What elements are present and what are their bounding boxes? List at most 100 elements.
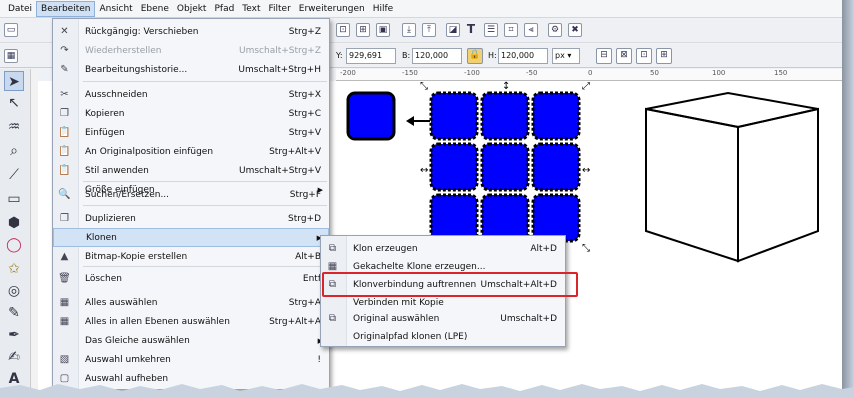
menu-ansicht[interactable]: Ansicht [95, 1, 136, 17]
menu-hilfe[interactable]: Hilfe [369, 1, 397, 17]
menu-separator [83, 266, 327, 267]
menu-item-auswahl-umkehren[interactable]: ▧ Auswahl umkehren! [53, 350, 329, 369]
move-gradients-icon[interactable]: ⊡ [636, 48, 652, 64]
menu-item-einfügen[interactable]: 📋 Einfügen Strg+V [53, 123, 329, 142]
menu-item-label: Stil anwenden [85, 165, 149, 176]
selector-tool-icon[interactable]: ➤ [4, 71, 24, 91]
menu-filter[interactable]: Filter [265, 1, 295, 17]
calligraphy-tool-icon[interactable]: ✍ [4, 347, 24, 367]
measure-tool-icon[interactable]: ⟋ [4, 165, 24, 185]
clone-grid[interactable] [429, 91, 581, 243]
history-icon: ✎ [60, 64, 69, 75]
tweak-tool-icon[interactable]: ♒ [4, 117, 24, 137]
zoom-drawing-icon[interactable]: ⊞ [356, 23, 370, 37]
handle-ne[interactable]: ⤢ [582, 81, 590, 92]
copy-icon: ❐ [60, 108, 69, 119]
pencil-tool-icon[interactable]: ✎ [4, 303, 24, 323]
menu-datei[interactable]: Datei [4, 1, 36, 17]
menu-item-originalpfad-klonen-lpe[interactable]: Originalpfad klonen (LPE) [321, 327, 565, 346]
menu-item-an-originalposition-einfügen[interactable]: 📋 An Originalposition einfügen Strg+Alt+V [53, 142, 329, 161]
menu-item-label: Suchen/Ersetzen... [85, 189, 170, 200]
menu-item-ausschneiden[interactable]: ✂ Ausschneiden Strg+X [53, 85, 329, 104]
lock-icon[interactable]: 🔒 [467, 48, 483, 64]
text-font-icon[interactable]: T [464, 23, 478, 37]
menu-item-shortcut: Entf [302, 273, 321, 284]
menu-erweiterungen[interactable]: Erweiterungen [295, 1, 369, 17]
rectangle-tool-icon[interactable]: ▭ [4, 189, 24, 209]
menu-item-löschen[interactable]: 🗑 Löschen Entf [53, 269, 329, 288]
node-tool-icon[interactable]: ↖ [4, 93, 24, 113]
menu-item-wiederherstellen[interactable]: ↷ Wiederherstellen Umschalt+Strg+Z [53, 41, 329, 60]
original-square[interactable] [346, 91, 396, 141]
b-label: B: [402, 51, 411, 60]
spiral-tool-icon[interactable]: ◎ [4, 281, 24, 301]
menu-item-das-gleiche-auswählen[interactable]: Das Gleiche auswählen▶ [53, 331, 329, 350]
move-patterns-icon[interactable]: ⊞ [656, 48, 672, 64]
menu-item-label: Das Gleiche auswählen [85, 335, 190, 346]
paste-style-icon: 📋 [58, 165, 71, 176]
fill-stroke-icon[interactable]: ◪ [446, 23, 460, 37]
handle-n[interactable]: ↕ [502, 81, 510, 92]
menu-separator [83, 205, 327, 206]
new-document-icon[interactable]: ▭ [4, 23, 18, 37]
handle-se[interactable]: ⤡ [582, 243, 590, 254]
vertical-ruler [30, 69, 38, 398]
menu-item-suchen-ersetzen[interactable]: 🔍 Suchen/Ersetzen... Strg+F [53, 185, 329, 204]
menu-item-klonen[interactable]: Klonen▶ [53, 228, 329, 247]
menu-item-original-auswählen[interactable]: ⧉ Original auswählen Umschalt+D [321, 309, 565, 328]
scale-stroke-icon[interactable]: ⊟ [596, 48, 612, 64]
menu-ebene[interactable]: Ebene [137, 1, 173, 17]
clone-square[interactable] [531, 142, 581, 192]
zoom-page-icon[interactable]: ▣ [376, 23, 390, 37]
box-3d-tool-icon[interactable]: ⬢ [4, 213, 24, 233]
menu-item-alles-auswählen[interactable]: ▦ Alles auswählen Strg+A [53, 293, 329, 312]
export-icon[interactable]: ⤒ [422, 23, 436, 37]
clone-square[interactable] [480, 91, 530, 141]
menu-objekt[interactable]: Objekt [173, 1, 211, 17]
ellipse-tool-icon[interactable]: ◯ [4, 235, 24, 255]
menu-item-bearbeitungshistorie[interactable]: ✎ Bearbeitungshistorie... Umschalt+Strg+H [53, 60, 329, 79]
clone-square[interactable] [429, 91, 479, 141]
menu-item-alles-in-allen-ebenen-auswählen[interactable]: ▦ Alles in allen Ebenen auswählen Strg+Alt… [53, 312, 329, 331]
handle-nw[interactable]: ⤡ [420, 81, 428, 92]
ruler-tick-label: -200 [340, 69, 356, 77]
width-field[interactable]: 120,000 [412, 48, 462, 64]
handle-e[interactable]: ↔ [582, 165, 590, 176]
handle-w[interactable]: ↔ [420, 165, 428, 176]
menu-item-klon-erzeugen[interactable]: ⧉ Klon erzeugen Alt+D [321, 239, 565, 258]
torn-edge [0, 384, 854, 398]
star-tool-icon[interactable]: ✩ [4, 259, 24, 279]
menu-item-rückgängig-verschieben[interactable]: ✕ Rückgängig: Verschieben Strg+Z [53, 22, 329, 41]
menu-item-duplizieren[interactable]: ❐ Duplizieren Strg+D [53, 209, 329, 228]
zoom-selection-icon[interactable]: ⊡ [336, 23, 350, 37]
document-properties-icon[interactable]: ✖ [568, 23, 582, 37]
zoom-tool-icon[interactable]: ⌕ [4, 141, 24, 161]
import-icon[interactable]: ⤓ [402, 23, 416, 37]
menu-item-bitmap-kopie-erstellen[interactable]: ▲ Bitmap-Kopie erstellen Alt+B [53, 247, 329, 266]
menu-item-label: Bearbeitungshistorie... [85, 64, 188, 75]
ruler-tick-label: 50 [650, 69, 659, 77]
menu-item-label: Rückgängig: Verschieben [85, 26, 199, 37]
scale-corners-icon[interactable]: ⊠ [616, 48, 632, 64]
pen-tool-icon[interactable]: ✒ [4, 325, 24, 345]
menu-item-label: Duplizieren [85, 213, 136, 224]
clone-square[interactable] [531, 91, 581, 141]
menu-pfad[interactable]: Pfad [210, 1, 238, 17]
menu-item-label: Alles in allen Ebenen auswählen [85, 316, 230, 327]
xml-editor-icon[interactable]: ⌗ [504, 23, 518, 37]
menu-item-kopieren[interactable]: ❐ Kopieren Strg+C [53, 104, 329, 123]
unit-select[interactable]: px ▾ [552, 48, 580, 64]
clone-square[interactable] [480, 142, 530, 192]
layers-icon[interactable]: ☰ [484, 23, 498, 37]
menu-bearbeiten[interactable]: Bearbeiten [36, 0, 96, 17]
menu-item-stil-anwenden[interactable]: 📋 Stil anwenden Umschalt+Strg+V [53, 161, 329, 180]
cube-drawing[interactable] [645, 91, 819, 263]
select-all-toolbar-icon[interactable]: ▦ [4, 49, 18, 63]
clone-square[interactable] [429, 142, 479, 192]
height-field[interactable]: 120,000 [498, 48, 548, 64]
preferences-icon[interactable]: ⚙ [548, 23, 562, 37]
menu-text[interactable]: Text [238, 1, 264, 17]
align-icon[interactable]: ⫷ [524, 23, 538, 37]
y-field[interactable]: 929,691 [346, 48, 396, 64]
menu-item-shortcut: Strg+V [288, 127, 321, 138]
